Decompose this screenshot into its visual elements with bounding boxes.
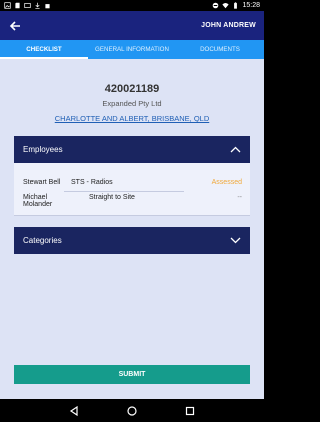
navigation-bar: [0, 399, 264, 422]
employee-role: Straight to Site: [89, 194, 135, 201]
tab-documents[interactable]: DOCUMENTS: [176, 40, 264, 59]
status-bar: 15:28: [0, 0, 264, 11]
image-icon: [4, 2, 11, 9]
status-left: [4, 2, 51, 9]
employees-section-title: Employees: [23, 145, 63, 154]
sd-card-icon: [15, 2, 20, 9]
checklist-content: 420021189 Expanded Pty Ltd CHARLOTTE AND…: [0, 59, 264, 399]
categories-section-header[interactable]: Categories: [14, 227, 250, 254]
recents-square-icon[interactable]: [184, 405, 196, 417]
back-triangle-icon[interactable]: [68, 405, 80, 417]
chevron-down-icon: [230, 237, 241, 244]
tab-general-information[interactable]: GENERAL INFORMATION: [88, 40, 176, 59]
submit-button[interactable]: SUBMIT: [14, 365, 250, 384]
row-divider: [64, 191, 184, 192]
status-right: 15:28: [212, 2, 260, 9]
wifi-icon: [222, 3, 230, 9]
employee-name: Michael Molander: [23, 194, 53, 208]
tab-checklist[interactable]: CHECKLIST: [0, 40, 88, 59]
address-link[interactable]: CHARLOTTE AND ALBERT, BRISBANE, QLD: [0, 114, 264, 123]
employee-status: Assessed: [211, 179, 242, 186]
chevron-up-icon: [230, 146, 241, 153]
status-time: 15:28: [242, 2, 260, 9]
shopping-bag-icon: [45, 4, 50, 9]
categories-section-title: Categories: [23, 236, 62, 245]
job-number: 420021189: [104, 83, 160, 95]
employees-list: Stewart Bell STS - Radios Assessed Micha…: [14, 163, 250, 216]
employees-section-header[interactable]: Employees: [14, 136, 250, 163]
company-name: Expanded Pty Ltd: [102, 99, 162, 108]
arrow-left-icon[interactable]: [8, 19, 22, 33]
home-circle-icon[interactable]: [126, 405, 138, 417]
battery-icon: [234, 2, 238, 9]
app-bar: JOHN ANDREW: [0, 11, 264, 40]
employee-role: STS - Radios: [71, 179, 113, 186]
do-not-disturb-icon: [213, 2, 219, 9]
download-icon: [35, 2, 40, 9]
user-name[interactable]: JOHN ANDREW: [201, 22, 256, 29]
employee-name: Stewart Bell: [23, 179, 61, 186]
employee-status: --: [237, 194, 242, 201]
cast-icon: [24, 3, 31, 8]
tab-bar: CHECKLIST GENERAL INFORMATION DOCUMENTS: [0, 40, 264, 59]
